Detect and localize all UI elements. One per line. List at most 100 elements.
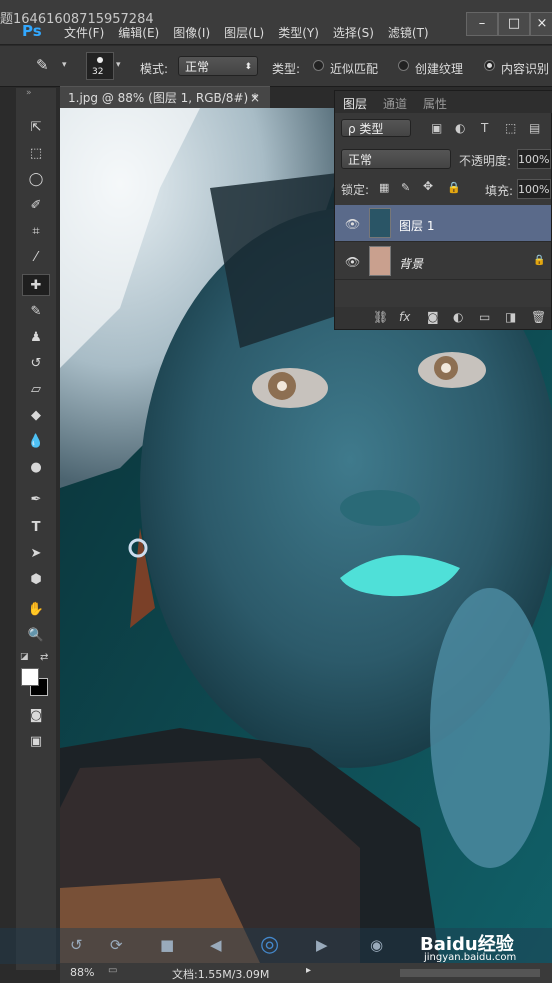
- stop-icon[interactable]: ■: [160, 936, 174, 954]
- pen-tool-icon[interactable]: ✒: [22, 488, 50, 510]
- menu-type[interactable]: 类型(Y): [278, 24, 319, 41]
- blur-tool-icon[interactable]: 💧: [22, 430, 50, 452]
- filter-smart-object-icon[interactable]: ▤: [529, 121, 540, 135]
- close-window-button[interactable]: ×: [530, 12, 552, 36]
- menu-select[interactable]: 选择(S): [333, 24, 374, 41]
- fill-input[interactable]: 100%: [517, 179, 551, 199]
- layer-visibility-eye-icon[interactable]: 👁: [345, 217, 360, 231]
- history-brush-tool-icon[interactable]: ↺: [22, 352, 50, 374]
- document-tab[interactable]: 1.jpg @ 88% (图层 1, RGB/8#) * ×: [60, 86, 270, 108]
- folder-icon[interactable]: ▭: [479, 310, 490, 324]
- opacity-input[interactable]: 100%: [517, 149, 551, 169]
- foreground-color-swatch[interactable]: [21, 668, 39, 686]
- lock-transparent-icon[interactable]: ▦: [379, 181, 389, 194]
- brush-picker[interactable]: 32: [86, 52, 114, 80]
- screen-mode-icon[interactable]: ▣: [22, 730, 50, 752]
- layer-name: 背景: [399, 257, 424, 271]
- dodge-tool-icon[interactable]: ●: [22, 456, 50, 478]
- mode-select[interactable]: 正常 ⬍: [178, 56, 258, 76]
- zoom-level[interactable]: 88%: [70, 966, 94, 979]
- tools-panel: » ⇱ ⬚ ◯ ✐ ⌗ ⁄ ✚ ✎ ♟ ↺ ▱ ◆ 💧 ● ✒ T ➤ ⬢ ✋ …: [16, 88, 56, 970]
- hand-tool-icon[interactable]: ✋: [22, 598, 50, 620]
- fx-icon[interactable]: fx: [399, 310, 410, 324]
- radio-create-texture-label: 创建纹理: [415, 62, 464, 76]
- radio-content-aware[interactable]: [484, 60, 495, 71]
- trash-icon[interactable]: 🗑: [531, 310, 546, 324]
- layer-filter-select[interactable]: ρ 类型: [341, 119, 411, 137]
- move-tool-icon[interactable]: ⇱: [22, 116, 50, 138]
- layer-row-layer1[interactable]: 👁 图层 1: [335, 205, 551, 242]
- document-tab-close-icon[interactable]: ×: [250, 87, 260, 109]
- minimize-button[interactable]: –: [466, 12, 498, 36]
- filter-type-icon[interactable]: T: [481, 121, 488, 135]
- refresh-icon[interactable]: ⟳: [110, 936, 123, 954]
- mode-select-value: 正常: [185, 60, 210, 74]
- status-menu-arrow-icon[interactable]: ▸: [306, 965, 311, 976]
- filter-shape-icon[interactable]: ⬚: [505, 121, 516, 135]
- quick-mask-icon[interactable]: ◙: [22, 704, 50, 726]
- maximize-button[interactable]: □: [498, 12, 530, 36]
- menu-filter[interactable]: 滤镜(T): [388, 24, 429, 41]
- watermark-url: jingyan.baidu.com: [424, 952, 517, 963]
- lock-pixels-icon[interactable]: ✎: [401, 181, 410, 194]
- path-selection-tool-icon[interactable]: ➤: [22, 542, 50, 564]
- shape-tool-icon[interactable]: ⬢: [22, 568, 50, 590]
- mode-label: 模式:: [140, 62, 169, 76]
- eyedropper-tool-icon[interactable]: ⁄: [22, 246, 50, 268]
- tool-preset-chevron-icon[interactable]: ▾: [62, 60, 67, 70]
- marquee-tool-icon[interactable]: ⬚: [22, 142, 50, 164]
- tab-properties[interactable]: 属性: [423, 95, 447, 112]
- spot-healing-tool-icon[interactable]: ✎: [36, 56, 60, 76]
- next-icon[interactable]: ▶: [316, 936, 328, 954]
- adjustment-icon[interactable]: ◐: [453, 310, 463, 324]
- link-icon[interactable]: ⛓: [373, 310, 388, 324]
- clone-stamp-tool-icon[interactable]: ♟: [22, 326, 50, 348]
- brush-picker-chevron-icon[interactable]: ▾: [116, 60, 121, 70]
- previous-icon[interactable]: ◀: [210, 936, 222, 954]
- brush-tool-icon[interactable]: ✎: [22, 300, 50, 322]
- menu-edit[interactable]: 编辑(E): [118, 24, 159, 41]
- document-info[interactable]: 文档:1.55M/3.09M: [172, 966, 269, 982]
- radio-create-texture[interactable]: [398, 60, 409, 71]
- lock-all-icon[interactable]: 🔒: [447, 181, 461, 194]
- paint-bucket-tool-icon[interactable]: ◆: [22, 404, 50, 426]
- mask-icon[interactable]: ◙: [427, 310, 439, 324]
- layer-row-background[interactable]: 👁 背景 🔒: [335, 243, 551, 280]
- lasso-tool-icon[interactable]: ◯: [22, 168, 50, 190]
- menu-image[interactable]: 图像(I): [173, 24, 210, 41]
- brush-tip-icon: [97, 57, 103, 63]
- eraser-tool-icon[interactable]: ▱: [22, 378, 50, 400]
- new-layer-icon[interactable]: ◨: [505, 310, 516, 324]
- document-tab-title: 1.jpg @ 88% (图层 1, RGB/8#) *: [68, 91, 258, 105]
- menu-layer[interactable]: 图层(L): [224, 24, 264, 41]
- fill-label: 填充:: [485, 184, 514, 198]
- quick-selection-tool-icon[interactable]: ✐: [22, 194, 50, 216]
- status-bar: 88% ▭ 文档:1.55M/3.09M ▸: [60, 963, 552, 983]
- horizontal-scrollbar[interactable]: [400, 969, 540, 977]
- photoshop-logo: Ps: [22, 22, 42, 40]
- crop-tool-icon[interactable]: ⌗: [22, 220, 50, 242]
- play-icon[interactable]: ◎: [260, 932, 279, 957]
- radio-proximity-match-label: 近似匹配: [330, 62, 379, 76]
- lock-position-icon[interactable]: ✥: [423, 179, 433, 193]
- rewind-icon[interactable]: ↺: [70, 936, 83, 954]
- filter-adjustment-icon[interactable]: ◐: [455, 121, 465, 135]
- default-colors-icon[interactable]: ◪: [20, 652, 29, 662]
- type-tool-icon[interactable]: T: [22, 516, 50, 538]
- title-bar: 题16461608715957284 Ps 文件(F) 编辑(E) 图像(I) …: [0, 0, 552, 45]
- zoom-tool-icon[interactable]: 🔍: [22, 624, 50, 646]
- blend-mode-select[interactable]: 正常: [341, 149, 451, 169]
- healing-brush-tool-icon[interactable]: ✚: [22, 274, 50, 296]
- volume-icon[interactable]: ◉: [370, 936, 383, 954]
- layers-panel: 图层 通道 属性 ρ 类型 ▣ ◐ T ⬚ ▤ 正常 不透明度: 100% 锁定…: [334, 90, 552, 330]
- video-control-overlay: ↺ ⟳ ■ ◀ ◎ ▶ ◉ Baidu经验 jingyan.baidu.com: [0, 928, 552, 964]
- swap-colors-icon[interactable]: ⇄: [40, 652, 48, 663]
- tab-channels[interactable]: 通道: [383, 95, 407, 112]
- layers-panel-tabs: 图层 通道 属性: [335, 91, 552, 113]
- radio-proximity-match[interactable]: [313, 60, 324, 71]
- layer-visibility-eye-icon[interactable]: 👁: [345, 255, 360, 269]
- menu-file[interactable]: 文件(F): [64, 24, 104, 41]
- tab-layers[interactable]: 图层: [343, 95, 367, 112]
- filter-pixel-icon[interactable]: ▣: [431, 121, 442, 135]
- collapse-toolbar-icon[interactable]: »: [26, 88, 32, 98]
